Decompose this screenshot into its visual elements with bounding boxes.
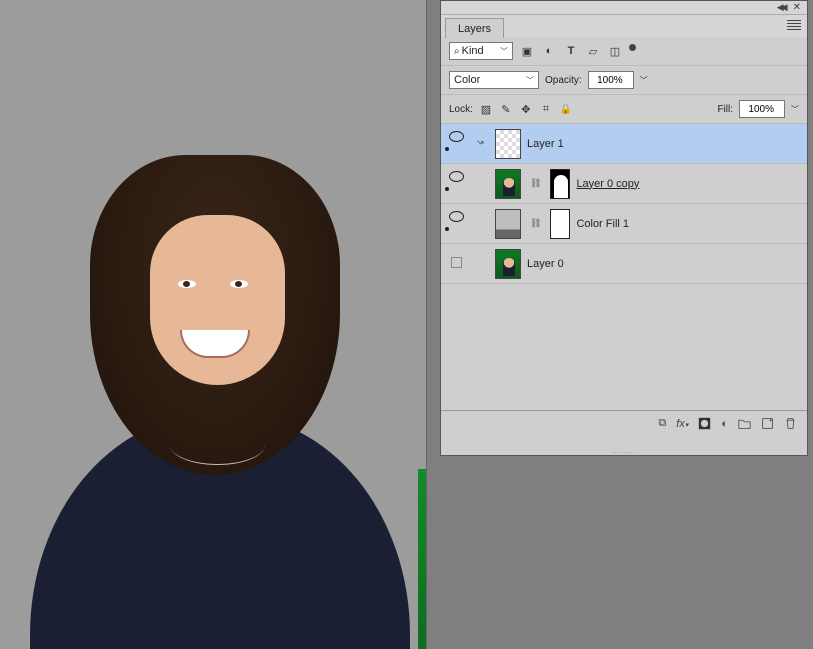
opacity-field[interactable] xyxy=(588,71,634,89)
fill-field[interactable] xyxy=(739,100,785,118)
layer-row[interactable]: ⛓ Color Fill 1 xyxy=(441,204,807,244)
filter-shape-icon[interactable]: ▱ xyxy=(585,43,601,59)
layer-thumbnail[interactable] xyxy=(495,209,521,239)
new-layer-icon[interactable] xyxy=(761,417,774,430)
visibility-toggle[interactable] xyxy=(449,133,464,157)
filter-kind-select[interactable]: ⌕ Kind ﹀ xyxy=(449,42,513,60)
layer-row[interactable]: Layer 0 xyxy=(441,244,807,284)
layer-row[interactable]: ↳ Layer 1 xyxy=(441,124,807,164)
add-mask-icon[interactable] xyxy=(698,417,711,430)
chevron-down-icon: ﹀ xyxy=(526,75,534,86)
lock-label: Lock: xyxy=(449,104,473,115)
visibility-toggle[interactable] xyxy=(449,213,464,237)
blend-mode-select[interactable]: Color ﹀ xyxy=(449,71,539,89)
layers-panel: ◀◀ ✕ Layers ⌕ Kind ﹀ ▣ ◐ T ▱ ◫ Color ﹀ O… xyxy=(440,0,808,456)
panel-titlebar: ◀◀ ✕ xyxy=(441,1,807,15)
mask-link-icon[interactable]: ⛓ xyxy=(527,218,544,229)
filter-type-icon[interactable]: T xyxy=(563,43,579,59)
opacity-input[interactable] xyxy=(593,75,623,86)
lock-row: Lock: ▨ ✎ ✥ ⌗ 🔒 Fill: ﹀ xyxy=(441,95,807,124)
layer-mask-thumbnail[interactable] xyxy=(550,169,570,199)
lock-move-icon[interactable]: ✥ xyxy=(519,101,533,117)
chevron-down-icon[interactable]: ﹀ xyxy=(791,104,799,115)
layer-row[interactable]: ⛓ Layer 0 copy xyxy=(441,164,807,204)
filter-image-icon[interactable]: ▣ xyxy=(519,43,535,59)
layer-thumbnail[interactable] xyxy=(495,169,521,199)
layer-name[interactable]: Color Fill 1 xyxy=(576,218,629,230)
layer-mask-thumbnail[interactable] xyxy=(550,209,570,239)
panel-footer: ⧉ fx▾ ◐ xyxy=(441,410,807,436)
chevron-down-icon[interactable]: ﹀ xyxy=(640,75,648,86)
tab-layers[interactable]: Layers xyxy=(445,18,504,38)
panel-tabs: Layers xyxy=(441,15,807,37)
filter-mode-label: Kind xyxy=(462,45,484,57)
opacity-label: Opacity: xyxy=(545,75,582,86)
layer-thumbnail[interactable] xyxy=(495,249,521,279)
lock-brush-icon[interactable]: ✎ xyxy=(499,101,513,117)
filter-adjust-icon[interactable]: ◐ xyxy=(541,43,557,59)
group-icon[interactable] xyxy=(738,417,751,430)
lock-transparent-icon[interactable]: ▨ xyxy=(479,101,493,117)
fx-icon[interactable]: fx▾ xyxy=(676,418,688,430)
document-canvas[interactable] xyxy=(0,0,427,649)
filter-row: ⌕ Kind ﹀ ▣ ◐ T ▱ ◫ xyxy=(441,37,807,66)
filter-smartobj-icon[interactable]: ◫ xyxy=(607,43,623,59)
fill-input[interactable] xyxy=(744,104,774,115)
photo-subject xyxy=(30,155,410,649)
filter-toggle[interactable] xyxy=(629,44,636,51)
trash-icon[interactable] xyxy=(784,417,797,430)
layers-list[interactable]: ↳ Layer 1 ⛓ Layer 0 copy ⛓ Color Fill 1 xyxy=(441,124,807,410)
blend-mode-value: Color xyxy=(454,74,480,86)
chevron-down-icon: ﹀ xyxy=(500,46,508,57)
blend-row: Color ﹀ Opacity: ﹀ xyxy=(441,66,807,95)
layer-name[interactable]: Layer 1 xyxy=(527,138,564,150)
collapse-icon[interactable]: ◀◀ xyxy=(777,2,785,13)
visibility-toggle[interactable] xyxy=(449,173,464,197)
resize-grip[interactable]: :::::::: xyxy=(611,450,637,459)
layer-thumbnail[interactable] xyxy=(495,129,521,159)
mask-link-icon[interactable]: ⛓ xyxy=(527,178,544,189)
adjustment-layer-icon[interactable]: ◐ xyxy=(721,418,728,430)
close-icon[interactable]: ✕ xyxy=(793,2,801,13)
layer-name[interactable]: Layer 0 xyxy=(527,258,564,270)
panel-menu-icon[interactable] xyxy=(787,20,801,30)
search-icon: ⌕ xyxy=(454,46,460,57)
visibility-toggle[interactable] xyxy=(451,257,462,268)
lock-artboard-icon[interactable]: ⌗ xyxy=(539,101,553,117)
link-layers-icon[interactable]: ⧉ xyxy=(658,417,666,430)
clip-indicator-icon: ↳ xyxy=(474,138,485,149)
fill-label: Fill: xyxy=(717,104,733,115)
lock-all-icon[interactable]: 🔒 xyxy=(559,101,573,117)
layer-name[interactable]: Layer 0 copy xyxy=(576,178,639,190)
